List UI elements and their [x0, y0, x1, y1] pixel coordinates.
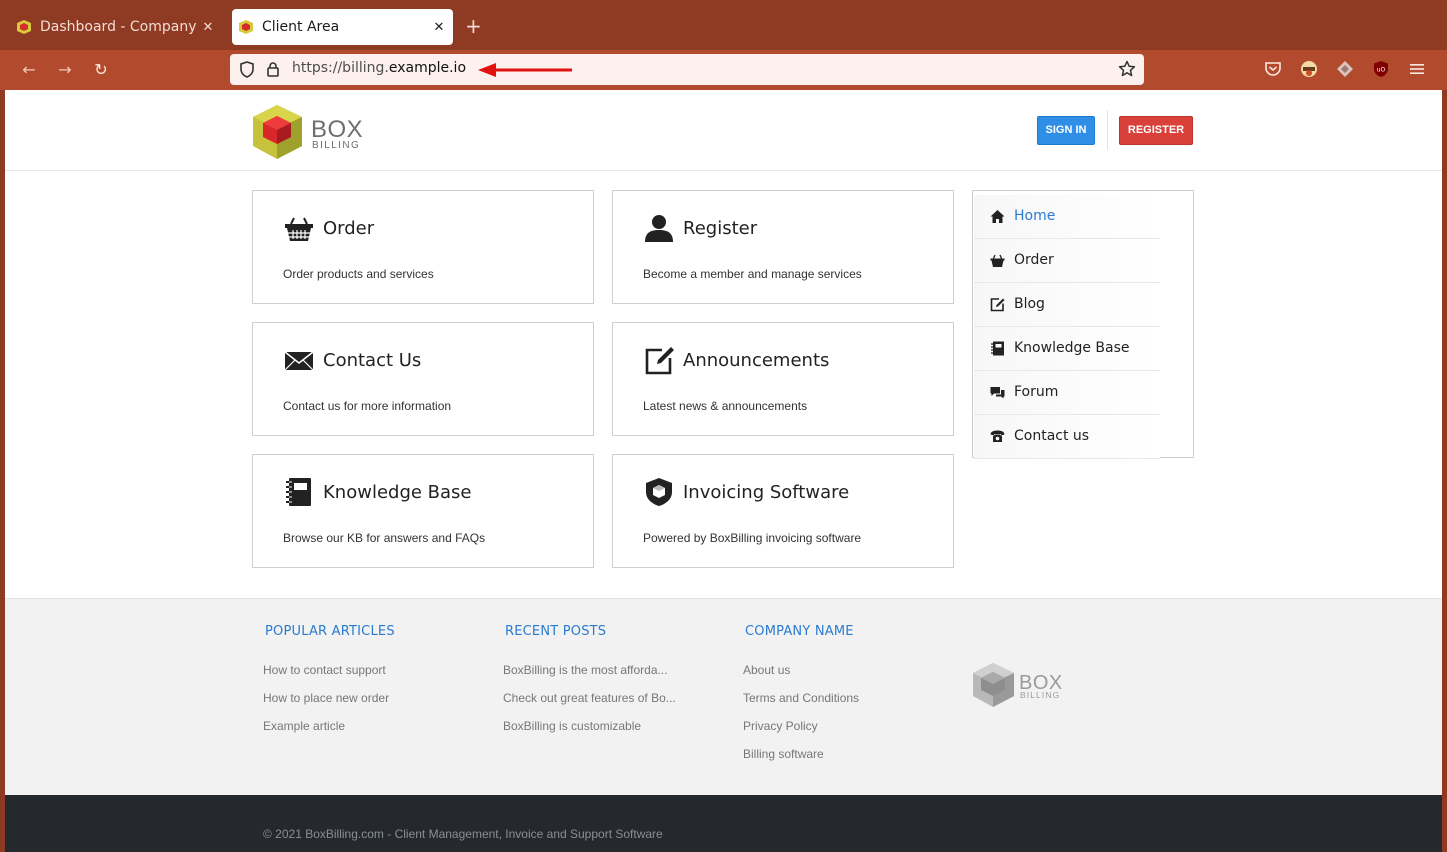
card-order[interactable]: Order Order products and services [252, 190, 594, 304]
card-title: Contact Us [323, 350, 422, 371]
side-menu-label: Blog [1014, 296, 1045, 312]
footer-link[interactable]: Privacy Policy [743, 719, 818, 733]
card-description: Contact us for more information [283, 399, 452, 413]
side-menu-item-order[interactable]: Order [974, 239, 1160, 283]
sign-in-button[interactable]: SIGN IN [1037, 116, 1095, 145]
side-menu-item-contact-us[interactable]: Contact us [974, 415, 1160, 459]
side-menu-item-knowledge-base[interactable]: Knowledge Base [974, 327, 1160, 371]
home-icon [990, 210, 1005, 223]
side-menu: Home Order Blog Knowledge Base Forum Con… [972, 190, 1194, 459]
card-title: Order [323, 218, 375, 239]
side-menu-item-forum[interactable]: Forum [974, 371, 1160, 415]
extension-avatar-icon[interactable] [1300, 60, 1318, 78]
card-announcements[interactable]: Announcements Latest news & announcement… [612, 322, 954, 436]
back-icon[interactable]: ← [18, 59, 40, 81]
footer-link[interactable]: BoxBilling is customizable [503, 719, 641, 733]
footer-link[interactable]: Example article [263, 719, 345, 733]
close-tab-icon[interactable]: ✕ [431, 20, 447, 35]
book-icon [286, 478, 311, 506]
side-menu-label: Order [1014, 252, 1054, 268]
edit-icon [990, 298, 1005, 312]
card-description: Browse our KB for answers and FAQs [283, 531, 486, 545]
book-icon [991, 341, 1004, 356]
footer [5, 598, 1442, 795]
footer-link[interactable]: Billing software [743, 747, 824, 761]
side-menu-label: Knowledge Base [1014, 340, 1130, 356]
footer-link[interactable]: About us [743, 663, 790, 677]
tab-title: Client Area [262, 19, 340, 35]
pocket-icon[interactable] [1264, 60, 1282, 78]
tab-client-area[interactable]: Client Area ✕ [232, 9, 453, 45]
header-divider [1107, 110, 1108, 150]
extension-diamond-icon[interactable] [1336, 60, 1354, 78]
footer-link[interactable]: BoxBilling is the most afforda... [503, 663, 668, 677]
basket-icon [990, 254, 1005, 267]
window-frame-right [1442, 0, 1447, 852]
url-prefix: https://billing. [292, 60, 389, 76]
copyright-text: © 2021 BoxBilling.com - Client Managemen… [263, 827, 663, 841]
card-title: Invoicing Software [683, 482, 850, 503]
card-description: Order products and services [283, 267, 434, 281]
card-title: Announcements [683, 350, 830, 371]
ublock-icon[interactable]: uO [1372, 60, 1390, 78]
footer-popular-articles-title: POPULAR ARTICLES [265, 624, 395, 639]
card-description: Become a member and manage services [643, 267, 862, 281]
chat-icon [990, 387, 1005, 399]
side-menu-item-home[interactable]: Home [974, 195, 1160, 239]
card-title: Register [683, 218, 758, 239]
site-header [5, 90, 1442, 171]
side-menu-item-blog[interactable]: Blog [974, 283, 1160, 327]
side-menu-label: Forum [1014, 384, 1059, 400]
forward-icon[interactable]: → [54, 59, 76, 81]
footer-boxbilling-logo[interactable]: BOX BILLING [972, 662, 1072, 713]
tracking-protection-icon[interactable] [239, 61, 255, 83]
annotation-arrow-icon [478, 63, 572, 77]
boxbilling-favicon-icon [238, 19, 254, 35]
footer-bottom-bar [5, 795, 1442, 852]
register-button[interactable]: REGISTER [1119, 116, 1193, 145]
card-contact-us[interactable]: Contact Us Contact us for more informati… [252, 322, 594, 436]
menu-icon[interactable] [1408, 60, 1426, 78]
tab-dashboard[interactable]: Dashboard - Company Name ✕ [10, 9, 222, 45]
close-tab-icon[interactable]: ✕ [200, 20, 216, 35]
card-description: Latest news & announcements [643, 399, 808, 413]
card-invoicing-software[interactable]: Invoicing Software Powered by BoxBilling… [612, 454, 954, 568]
logo-billing-text: BILLING [312, 140, 360, 151]
lock-icon[interactable] [266, 61, 280, 83]
logo-box-text: BOX [311, 116, 363, 143]
card-title: Knowledge Base [323, 482, 472, 503]
footer-company-name-title: COMPANY NAME [745, 624, 854, 639]
card-knowledge-base[interactable]: Knowledge Base Browse our KB for answers… [252, 454, 594, 568]
phone-icon [990, 430, 1005, 442]
shield-icon [646, 478, 672, 506]
new-tab-button[interactable]: + [465, 15, 482, 37]
url-domain: example.io [388, 60, 467, 76]
tab-title: Dashboard - Company Name [40, 19, 200, 35]
card-description: Powered by BoxBilling invoicing software [643, 531, 862, 545]
envelope-icon [284, 351, 314, 371]
side-menu-label: Contact us [1014, 428, 1090, 444]
user-icon [645, 215, 673, 242]
card-register[interactable]: Register Become a member and manage serv… [612, 190, 954, 304]
basket-icon [285, 217, 313, 241]
address-bar[interactable]: https://billing.example.io [230, 54, 1144, 85]
reload-icon[interactable]: ↻ [90, 59, 112, 81]
side-menu-label: Home [1014, 208, 1056, 224]
footer-link[interactable]: Terms and Conditions [743, 691, 859, 705]
footer-link[interactable]: How to contact support [263, 663, 386, 677]
bookmark-star-icon[interactable] [1118, 60, 1136, 83]
edit-icon [645, 347, 674, 375]
url-text: https://billing.example.io [292, 60, 466, 76]
boxbilling-favicon-icon [16, 19, 32, 35]
footer-logo-billing-text: BILLING [1020, 690, 1060, 700]
footer-link[interactable]: Check out great features of Bo... [503, 691, 676, 705]
footer-recent-posts-title: RECENT POSTS [505, 624, 607, 639]
footer-link[interactable]: How to place new order [263, 691, 389, 705]
boxbilling-logo[interactable]: BOX BILLING [252, 104, 372, 165]
svg-text:uO: uO [1377, 67, 1386, 74]
